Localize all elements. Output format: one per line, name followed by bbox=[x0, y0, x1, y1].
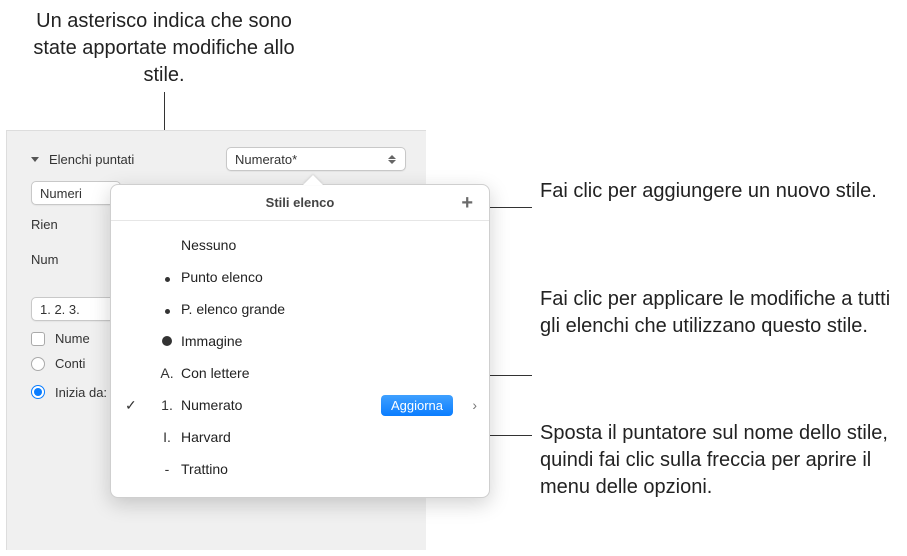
style-item-label: Con lettere bbox=[181, 365, 249, 381]
callout-modified-asterisk: Un asterisco indica che sono state appor… bbox=[24, 8, 304, 89]
style-item-numerato[interactable]: ✓ 1.Numerato Aggiorna › bbox=[111, 389, 489, 421]
start-from-label: Inizia da: bbox=[55, 385, 107, 400]
style-item-label: Nessuno bbox=[181, 237, 236, 253]
number-format-value: 1. 2. 3. bbox=[40, 302, 80, 317]
style-item-con-lettere[interactable]: A.Con lettere bbox=[111, 357, 489, 389]
continue-label: Conti bbox=[55, 356, 85, 371]
style-item-p-elenco-grande[interactable]: P. elenco grande bbox=[111, 293, 489, 325]
style-item-label: P. elenco grande bbox=[181, 301, 285, 317]
nume-checkbox[interactable] bbox=[31, 332, 45, 346]
list-style-dropdown[interactable]: Numerato* bbox=[226, 147, 406, 171]
style-item-immagine[interactable]: Immagine bbox=[111, 325, 489, 357]
bullet-marker: - bbox=[157, 461, 177, 477]
style-item-punto-elenco[interactable]: Punto elenco bbox=[111, 261, 489, 293]
update-style-button[interactable]: Aggiorna bbox=[381, 395, 453, 416]
lead-line bbox=[164, 92, 165, 132]
bullet-marker: A. bbox=[157, 365, 177, 381]
style-options-arrow[interactable]: › bbox=[472, 397, 477, 413]
style-item-harvard[interactable]: I.Harvard bbox=[111, 421, 489, 453]
bullet-marker bbox=[157, 301, 177, 317]
indent-label: Rien bbox=[31, 217, 81, 232]
style-item-trattino[interactable]: -Trattino bbox=[111, 453, 489, 485]
style-item-label: Immagine bbox=[181, 333, 242, 349]
list-styles-popover: Stili elenco + Nessuno Punto elenco P. ele… bbox=[110, 184, 490, 498]
number-label: Num bbox=[31, 252, 81, 267]
bullet-marker bbox=[157, 269, 177, 285]
bullet-marker bbox=[157, 333, 177, 349]
bullet-marker: I. bbox=[157, 429, 177, 445]
add-style-button[interactable]: + bbox=[455, 191, 479, 215]
chevron-down-icon bbox=[387, 154, 397, 164]
section-label-bullets: Elenchi puntati bbox=[49, 152, 134, 167]
style-item-label: Numerato bbox=[181, 397, 242, 413]
callout-update-style: Fai clic per applicare le modifiche a tu… bbox=[540, 286, 900, 340]
nume-checkbox-label: Nume bbox=[55, 331, 90, 346]
style-item-label: Trattino bbox=[181, 461, 228, 477]
style-item-label: Harvard bbox=[181, 429, 231, 445]
list-style-value: Numerato* bbox=[235, 152, 297, 167]
bullet-marker: 1. bbox=[157, 397, 177, 413]
continue-radio[interactable] bbox=[31, 357, 45, 371]
check-icon: ✓ bbox=[125, 397, 137, 414]
start-from-radio[interactable] bbox=[31, 385, 45, 399]
numbers-value: Numeri bbox=[40, 186, 82, 201]
popover-header: Stili elenco + bbox=[111, 185, 489, 221]
style-item-label: Punto elenco bbox=[181, 269, 263, 285]
disclosure-triangle-icon[interactable] bbox=[31, 157, 39, 162]
style-item-nessuno[interactable]: Nessuno bbox=[111, 229, 489, 261]
callout-options-arrow: Sposta il puntatore sul nome dello stile… bbox=[540, 420, 900, 501]
callout-add-style: Fai clic per aggiungere un nuovo stile. bbox=[540, 178, 880, 205]
style-list: Nessuno Punto elenco P. elenco grande Immag… bbox=[111, 221, 489, 497]
number-format-dropdown[interactable]: 1. 2. 3. bbox=[31, 297, 115, 321]
popover-title: Stili elenco bbox=[266, 195, 335, 210]
numbers-dropdown[interactable]: Numeri bbox=[31, 181, 121, 205]
